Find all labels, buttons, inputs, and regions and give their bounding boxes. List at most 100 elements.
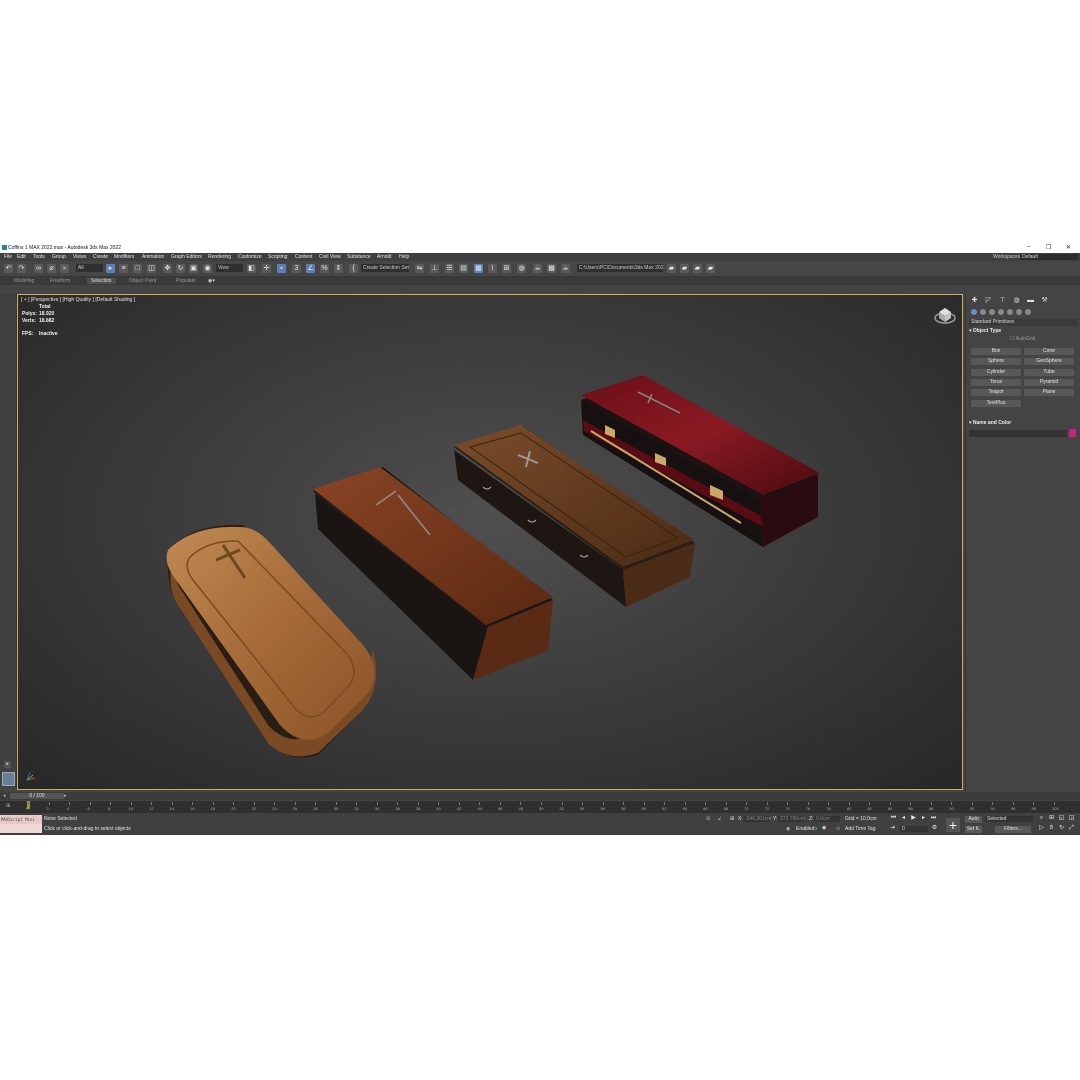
menu-create[interactable]: Create — [93, 254, 108, 260]
pan-icon[interactable]: ✋︎ — [1048, 825, 1055, 832]
fov-icon[interactable]: ▷ — [1038, 825, 1045, 832]
placement-icon[interactable]: ◉ — [203, 264, 212, 273]
object-type-rollout[interactable]: ▾ Object Type — [969, 328, 1078, 335]
tab-modeling[interactable]: Modeling — [14, 278, 34, 284]
menu-help[interactable]: Help — [399, 254, 409, 260]
prev-frame-icon[interactable]: ◂ — [900, 815, 907, 822]
menu-tools[interactable]: Tools — [33, 254, 45, 260]
project-path-dropdown[interactable]: C:\Users\PC\Documents\3ds Max 2022 — [577, 264, 663, 272]
menu-views[interactable]: Views — [73, 254, 86, 260]
snaps-toggle-icon[interactable]: 3 — [292, 264, 301, 273]
menu-file[interactable]: File — [4, 254, 12, 260]
link-icon[interactable]: ∞ — [34, 264, 43, 273]
object-color-swatch[interactable] — [1069, 429, 1076, 437]
reference-coord-dropdown[interactable]: View — [216, 264, 243, 272]
key-filters-button[interactable]: Filters... — [995, 826, 1031, 833]
maximize-viewport-icon[interactable]: ⤢ — [1068, 825, 1075, 832]
go-to-start-icon[interactable]: ⏮ — [890, 815, 897, 822]
enabled-toggle[interactable]: ● — [815, 826, 818, 832]
object-name-input[interactable] — [969, 430, 1067, 437]
redo-icon[interactable]: ↷ — [17, 264, 26, 273]
select-object-icon[interactable]: ▸ — [106, 264, 115, 273]
geometry-icon[interactable] — [971, 309, 977, 315]
shapes-icon[interactable] — [980, 309, 986, 315]
select-by-name-icon[interactable]: ≡ — [119, 264, 128, 273]
isolate-icon[interactable]: ⊠ — [706, 816, 710, 822]
cone-button[interactable]: Cone — [1024, 348, 1074, 355]
tab-selection[interactable]: Selection — [87, 278, 116, 284]
track-bar[interactable]: ⊞ 0 2 4 6 8 10 12 14 16 18 20 22 24 26 28 30 32 34 36 38 40 4… — [0, 801, 1080, 813]
pivot-center-icon[interactable]: ◧ — [247, 264, 256, 273]
time-config-icon[interactable]: ⚙ — [931, 825, 938, 832]
rect-selection-icon[interactable]: □ — [133, 264, 142, 273]
maximize-button[interactable]: ❐ — [1046, 244, 1051, 251]
menu-content[interactable]: Content — [295, 254, 313, 260]
torus-button[interactable]: Torus — [971, 379, 1021, 386]
systems-icon[interactable] — [1025, 309, 1031, 315]
geosphere-button[interactable]: GeoSphere — [1024, 358, 1074, 365]
y-coord-field[interactable]: 273,796cm — [778, 816, 805, 822]
scene-explorer-icon[interactable]: ☰ — [445, 264, 454, 273]
material-editor-icon[interactable]: ◍ — [517, 264, 526, 273]
menu-edit[interactable]: Edit — [17, 254, 26, 260]
time-tag-icon[interactable]: ◉ — [786, 826, 790, 832]
sphere-button[interactable]: Sphere — [971, 358, 1021, 365]
plane-button[interactable]: Plane — [1024, 389, 1074, 396]
new-project-icon[interactable]: ▰ — [693, 264, 702, 273]
slider-next-icon[interactable]: ▸ — [64, 793, 67, 799]
angle-snap-icon[interactable]: ∠ — [306, 264, 315, 273]
pyramid-button[interactable]: Pyramid — [1024, 379, 1074, 386]
zoom-all-icon[interactable]: ⊞ — [1048, 815, 1055, 822]
cylinder-button[interactable]: Cylinder — [971, 369, 1021, 376]
autogrid-checkbox[interactable]: ☐ AutoGrid — [1010, 336, 1035, 342]
helpers-icon[interactable] — [1007, 309, 1013, 315]
teapot-button[interactable]: Teapot — [971, 389, 1021, 396]
menu-group[interactable]: Group — [52, 254, 66, 260]
menu-modifiers[interactable]: Modifiers — [114, 254, 134, 260]
window-crossing-icon[interactable]: ◫ — [147, 264, 156, 273]
menu-civil-view[interactable]: Civil View — [319, 254, 341, 260]
ribbon-toggle-icon[interactable]: ▦ — [474, 264, 483, 273]
lights-icon[interactable] — [989, 309, 995, 315]
slider-prev-icon[interactable]: ◂ — [3, 793, 6, 799]
auto-key-button[interactable]: Auto — [965, 816, 982, 823]
name-color-rollout[interactable]: ▾ Name and Color — [969, 420, 1078, 427]
render-setup-icon[interactable]: ☕ — [533, 264, 542, 273]
spacewarps-icon[interactable] — [1016, 309, 1022, 315]
maxscript-listener[interactable]: MAXScript Mini — [0, 815, 42, 833]
time-slider[interactable]: ◂ 0 / 100 ▸ — [0, 792, 1080, 800]
utilities-tab-icon[interactable]: ⚒ — [1040, 297, 1049, 305]
curve-editor-icon[interactable]: ⌇ — [488, 264, 497, 273]
cameras-icon[interactable] — [998, 309, 1004, 315]
key-mode-icon[interactable]: ⇥ — [889, 825, 896, 832]
menu-graph-editors[interactable]: Graph Editors — [171, 254, 202, 260]
project-folder-icon[interactable]: ▰ — [667, 264, 676, 273]
transform-mode-icon[interactable]: ⊞ — [730, 816, 734, 822]
keyboard-shortcut-icon[interactable]: ▪ — [277, 264, 286, 273]
next-frame-icon[interactable]: ▸ — [920, 815, 927, 822]
layer-explorer-icon[interactable]: ▤ — [459, 264, 468, 273]
set-project-icon[interactable]: ▰ — [706, 264, 715, 273]
selection-filter-dropdown[interactable]: All — [76, 264, 103, 272]
tube-button[interactable]: Tube — [1024, 369, 1074, 376]
textplus-button[interactable]: TextPlus — [971, 400, 1021, 407]
edit-named-sets-icon[interactable]: { — [349, 264, 358, 273]
lock-selection-icon[interactable]: 🔓︎ — [718, 816, 721, 822]
set-key-icon[interactable]: + — [946, 818, 960, 832]
box-button[interactable]: Box — [971, 348, 1021, 355]
rotate-icon[interactable]: ↻ — [176, 264, 185, 273]
menu-arnold[interactable]: Arnold — [377, 254, 391, 260]
display-tab-icon[interactable]: ▬ — [1026, 297, 1035, 305]
menu-customize[interactable]: Customize — [238, 254, 262, 260]
percent-snap-icon[interactable]: % — [320, 264, 329, 273]
create-tab-icon[interactable]: ✚ — [970, 297, 979, 305]
zoom-icon[interactable]: ⌕ — [1038, 815, 1045, 822]
orbit-icon[interactable]: ↻ — [1058, 825, 1065, 832]
tab-freeform[interactable]: Freeform — [50, 278, 70, 284]
scale-icon[interactable]: ▣ — [189, 264, 198, 273]
schematic-view-icon[interactable]: ⊞ — [502, 264, 511, 273]
primitive-category-dropdown[interactable]: Standard Primitives — [969, 319, 1078, 326]
key-filter-dropdown[interactable]: Selected — [985, 816, 1033, 822]
perspective-viewport[interactable]: [ + ] [Perspective ] [High Quality ] [De… — [17, 294, 963, 790]
tab-object-paint[interactable]: Object Paint — [129, 278, 156, 284]
